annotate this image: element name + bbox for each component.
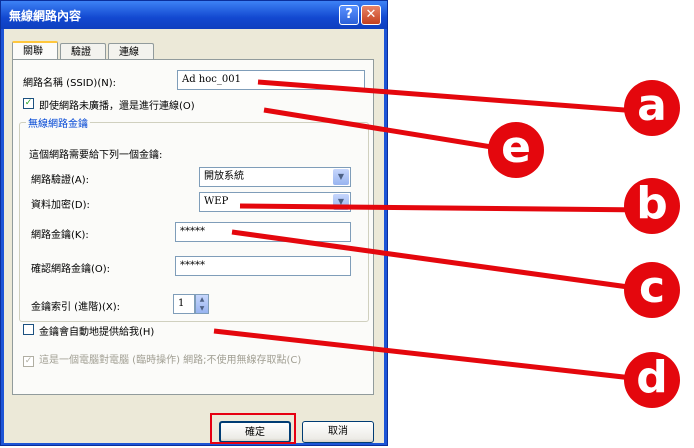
callout-e: e xyxy=(488,122,544,178)
callout-d: d xyxy=(624,352,680,408)
callout-b: b xyxy=(624,178,680,234)
callout-c: c xyxy=(624,262,680,318)
callout-line-d xyxy=(213,328,651,383)
callout-a: a xyxy=(624,80,680,136)
callout-line-b xyxy=(239,203,651,213)
callout-line-a xyxy=(257,79,651,115)
callout-line-c xyxy=(231,229,651,293)
callout-line-e xyxy=(263,107,511,153)
callout-lines xyxy=(213,79,651,383)
